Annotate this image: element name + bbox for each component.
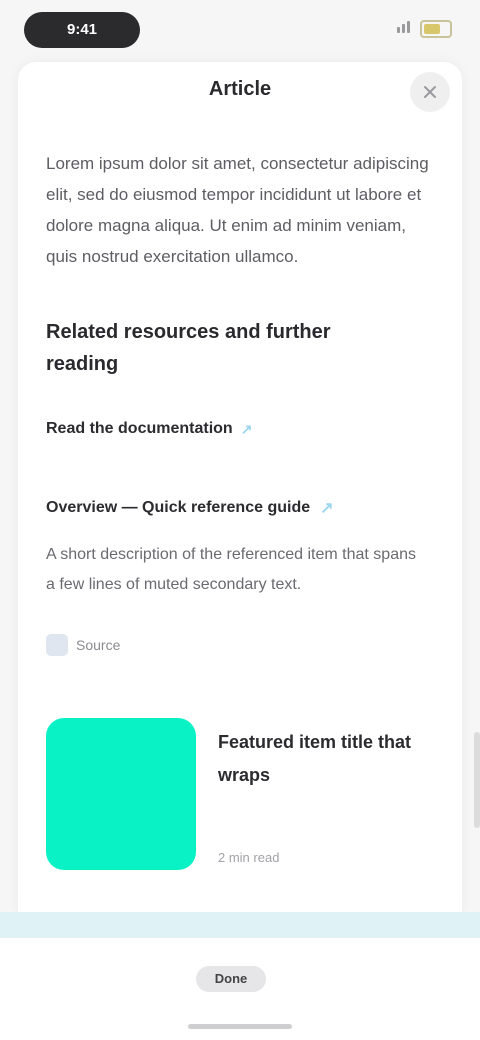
status-time: 9:41: [24, 12, 140, 48]
close-icon: [424, 86, 436, 98]
done-button[interactable]: Done: [196, 966, 266, 992]
featured-card[interactable]: Featured item title that wraps 2 min rea…: [46, 718, 446, 878]
sheet-header: Article: [18, 62, 462, 122]
documentation-link[interactable]: Read the documentation ↗: [46, 420, 252, 438]
reference-meta: Source: [46, 634, 120, 656]
close-button[interactable]: [410, 72, 450, 112]
meta-label: Source: [76, 637, 121, 653]
external-link-icon: ↗: [240, 420, 253, 437]
article-sheet: Article Lorem ipsum dolor sit amet, cons…: [18, 62, 462, 912]
reference-heading[interactable]: Overview — Quick reference guide ↗: [46, 498, 334, 518]
status-bar: 9:41: [0, 0, 480, 64]
source-icon: [46, 634, 68, 656]
home-indicator[interactable]: [188, 1024, 292, 1029]
card-meta: 2 min read: [218, 850, 280, 865]
signal-icon: [397, 20, 412, 38]
article-body: Lorem ipsum dolor sit amet, consectetur …: [46, 154, 429, 266]
card-thumbnail: [46, 718, 196, 870]
link-label: Read the documentation: [46, 420, 233, 437]
bottom-band: [0, 912, 480, 938]
scrollbar[interactable]: [474, 732, 480, 828]
card-title: Featured item title that wraps: [218, 732, 412, 785]
external-link-icon: ↗: [320, 500, 334, 517]
status-icons: [397, 20, 452, 38]
section-title: Related resources and further reading: [46, 321, 331, 375]
reference-description: A short description of the referenced it…: [46, 546, 416, 593]
page-title: Article: [208, 78, 272, 100]
battery-icon: [420, 20, 452, 38]
reference-heading-label: Overview — Quick reference guide: [46, 499, 311, 516]
